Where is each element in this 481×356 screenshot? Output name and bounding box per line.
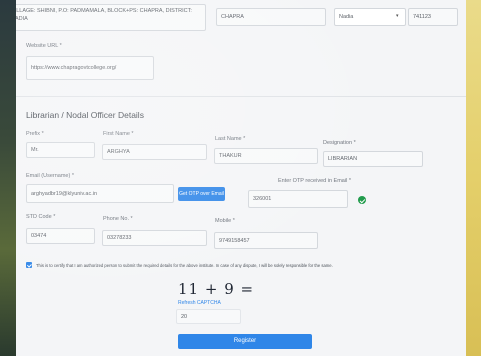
std-code-label: STD Code * bbox=[26, 214, 56, 220]
captcha-input[interactable]: 20 bbox=[176, 309, 241, 324]
phone-label: Phone No. * bbox=[103, 216, 133, 222]
first-name-field[interactable]: ARGHYA bbox=[102, 144, 207, 160]
mobile-label: Mobile * bbox=[215, 218, 235, 224]
otp-field[interactable]: 326001 bbox=[248, 190, 348, 208]
chevron-down-icon: ▾ bbox=[396, 13, 399, 19]
monitor-bezel-right bbox=[466, 0, 481, 356]
check-circle-icon bbox=[358, 196, 366, 204]
refresh-captcha-link[interactable]: Refresh CAPTCHA bbox=[178, 300, 221, 306]
captcha-image: 11 + 9 = bbox=[178, 280, 255, 298]
last-name-field[interactable]: THAKUR bbox=[214, 148, 318, 164]
mobile-field[interactable]: 9749158457 bbox=[214, 232, 318, 249]
first-name-label: First Name * bbox=[103, 131, 134, 137]
monitor-bezel-left bbox=[0, 0, 16, 356]
email-label: Email (Username) * bbox=[26, 173, 74, 179]
register-button[interactable]: Register bbox=[178, 334, 312, 349]
phone-field[interactable]: 03278233 bbox=[102, 230, 207, 246]
prefix-select[interactable]: Mr. bbox=[26, 142, 95, 158]
pincode-field[interactable]: 741123 bbox=[408, 8, 458, 26]
email-field[interactable]: arghyadbr19@klyuniv.ac.in bbox=[26, 184, 174, 203]
city-field[interactable]: CHAPRA bbox=[216, 8, 326, 26]
website-field[interactable]: https://www.chapragovtcollege.org/ bbox=[26, 56, 154, 80]
divider bbox=[16, 96, 466, 97]
get-otp-button[interactable]: Get OTP over Email bbox=[178, 187, 225, 201]
designation-label: Designation * bbox=[323, 140, 356, 146]
website-label: Website URL * bbox=[26, 43, 62, 49]
screen-glare bbox=[16, 0, 466, 356]
section-title: Librarian / Nodal Officer Details bbox=[26, 110, 144, 120]
std-code-field[interactable]: 03474 bbox=[26, 228, 95, 244]
designation-field[interactable]: LIBRARIAN bbox=[323, 151, 423, 167]
declaration-text: This is to certify that I am authorized … bbox=[36, 263, 333, 268]
registration-form: VILLAGE: SHIBNI, P.O: PADMAMALA, BLOCK+P… bbox=[16, 0, 466, 356]
otp-label: Enter OTP received in Email * bbox=[278, 178, 351, 184]
declaration-checkbox[interactable] bbox=[26, 262, 32, 268]
prefix-label: Prefix * bbox=[26, 131, 44, 137]
last-name-label: Last Name * bbox=[215, 136, 246, 142]
address-field[interactable]: VILLAGE: SHIBNI, P.O: PADMAMALA, BLOCK+P… bbox=[16, 4, 206, 31]
